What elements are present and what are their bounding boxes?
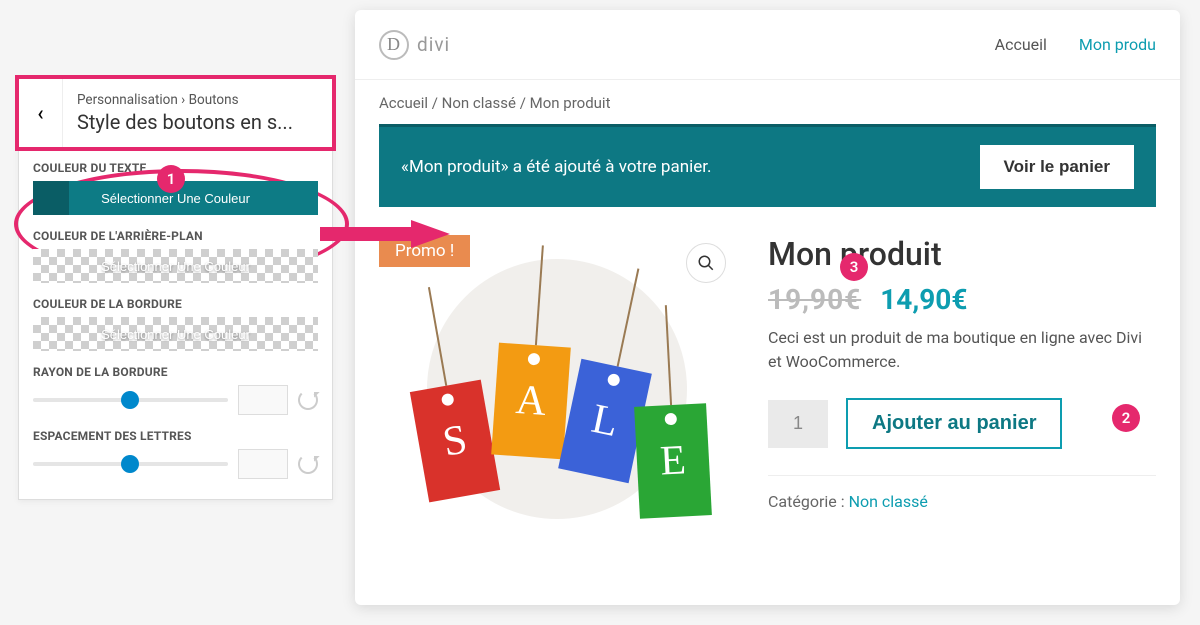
slider-handle[interactable] (121, 455, 139, 473)
select-border-color[interactable]: Sélectionner Une Couleur (33, 317, 318, 351)
label-border-color: COULEUR DE LA BORDURE (33, 297, 318, 311)
category-row: Catégorie : Non classé (768, 475, 1156, 511)
radius-slider[interactable] (33, 398, 228, 402)
label-radius: RAYON DE LA BORDURE (33, 365, 318, 379)
product-description: Ceci est un produit de ma boutique en li… (768, 326, 1156, 374)
price-new: 14,90€ (880, 283, 967, 316)
price-old: 19,90€ (768, 283, 861, 316)
category-link[interactable]: Non classé (849, 492, 928, 511)
product-title: Mon produit (768, 235, 1156, 273)
preview-frame: D divi Accueil Mon produ Accueil / Non c… (355, 10, 1180, 605)
spacing-input[interactable] (238, 449, 288, 479)
price: 19,90€ 14,90€ (768, 283, 1156, 316)
label-bg-color: COULEUR DE L'ARRIÈRE-PLAN (33, 229, 318, 243)
breadcrumb-trail: Accueil / Non classé / Mon produit (355, 80, 1180, 124)
logo: D divi (379, 30, 450, 60)
reset-icon[interactable] (298, 390, 318, 410)
select-bg-color[interactable]: Sélectionner Une Couleur (33, 249, 318, 283)
radius-input[interactable] (238, 385, 288, 415)
site-header: D divi Accueil Mon produ (355, 10, 1180, 80)
product-image: Promo ! S A L E (379, 235, 734, 555)
add-to-cart-row: Ajouter au panier (768, 398, 1156, 449)
product-info: Mon produit 19,90€ 14,90€ Ceci est un pr… (768, 235, 1156, 555)
callout-badge-2: 2 (1112, 404, 1140, 432)
callout-badge-3: 3 (840, 253, 868, 281)
quantity-input[interactable] (768, 400, 828, 448)
sale-illustration: S A L E (379, 235, 734, 555)
view-cart-button[interactable]: Voir le panier (980, 145, 1134, 189)
add-to-cart-button[interactable]: Ajouter au panier (846, 398, 1062, 449)
customizer-panel: ‹ Personnalisation Boutons Style des bou… (18, 78, 333, 500)
nav-home[interactable]: Accueil (995, 35, 1047, 54)
reset-icon[interactable] (298, 454, 318, 474)
cart-notice: «Mon produit» a été ajouté à votre panie… (379, 124, 1156, 207)
callout-badge-1: 1 (157, 165, 185, 193)
back-button[interactable]: ‹ (19, 79, 63, 147)
product-section: Promo ! S A L E Mon produit 19,90€ 14,90… (355, 207, 1180, 555)
spacing-slider[interactable] (33, 462, 228, 466)
logo-icon: D (379, 30, 409, 60)
panel-title: Style des boutons en s... (77, 110, 318, 134)
notice-text: «Mon produit» a été ajouté à votre panie… (401, 157, 711, 177)
main-nav: Accueil Mon produ (967, 35, 1156, 54)
nav-product[interactable]: Mon produ (1079, 35, 1156, 54)
panel-header: ‹ Personnalisation Boutons Style des bou… (15, 75, 336, 151)
label-spacing: ESPACEMENT DES LETTRES (33, 429, 318, 443)
slider-handle[interactable] (121, 391, 139, 409)
breadcrumb: Personnalisation Boutons (77, 92, 318, 108)
swatch-icon (33, 181, 69, 215)
